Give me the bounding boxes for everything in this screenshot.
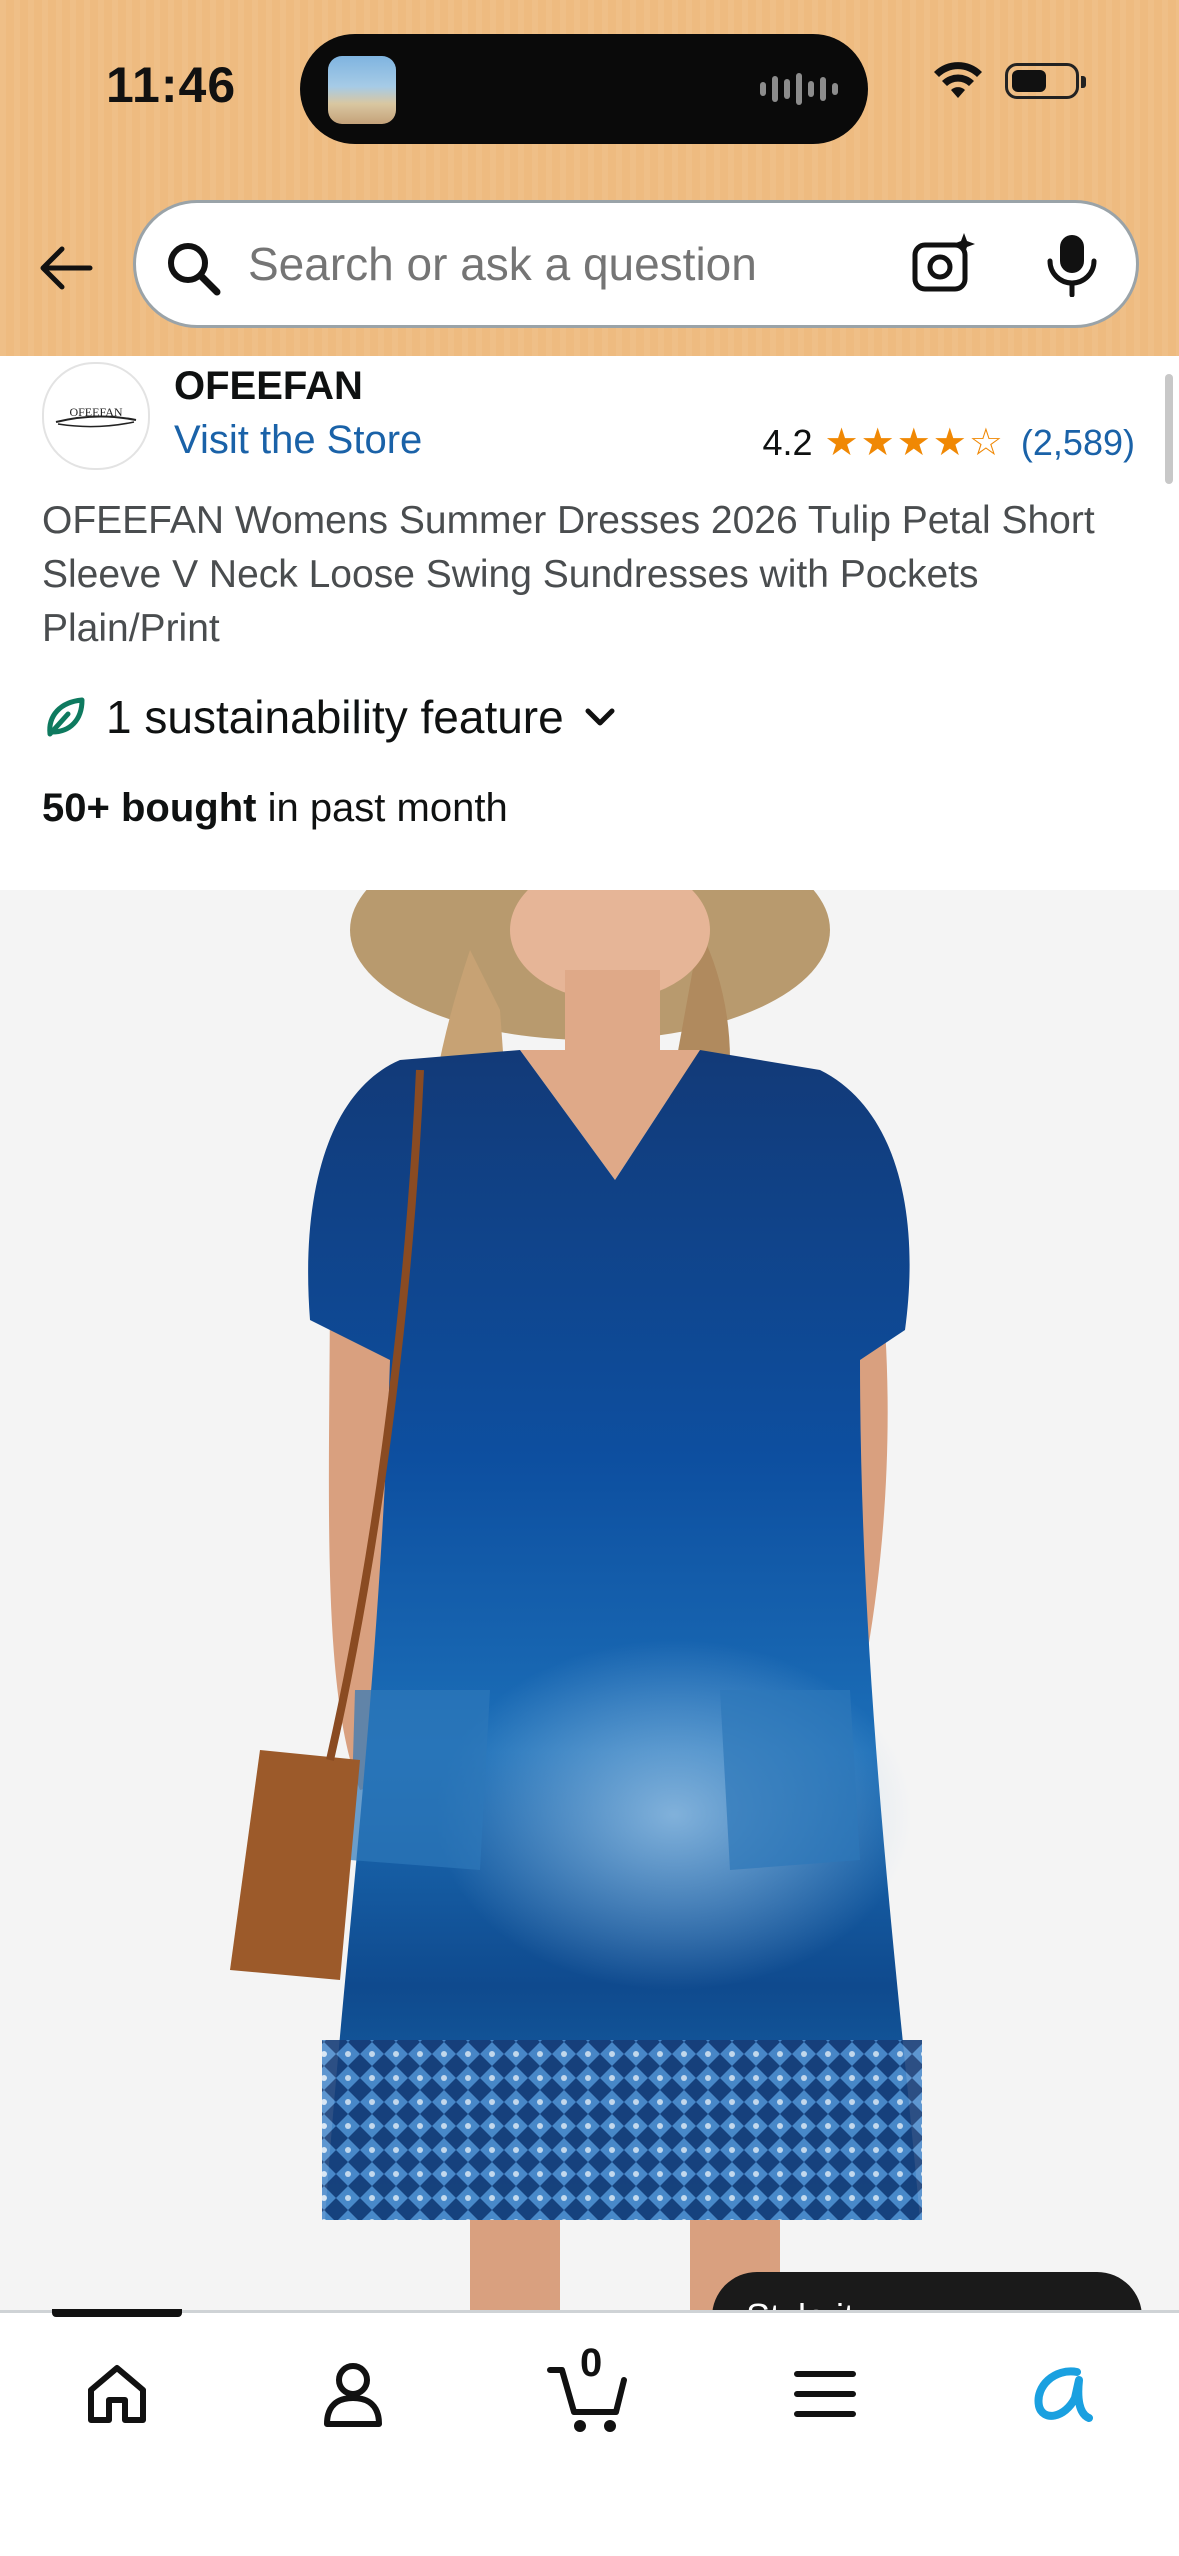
active-tab-indicator	[52, 2309, 182, 2317]
leaf-icon	[47, 697, 85, 737]
nav-home[interactable]	[72, 2349, 162, 2439]
nav-cart[interactable]: 0	[544, 2341, 634, 2439]
star-empty-icon: ☆	[968, 422, 1003, 464]
nav-alexa[interactable]	[1016, 2349, 1106, 2439]
cart-count: 0	[580, 2341, 603, 2385]
brand-name: OFEEFAN	[174, 364, 363, 408]
menu-icon	[794, 2371, 856, 2417]
status-time: 11:46	[106, 57, 237, 113]
camera-sparkle-icon[interactable]	[910, 231, 976, 297]
product-title: OFEEFAN Womens Summer Dresses 2026 Tulip…	[42, 499, 1095, 650]
product-image[interactable]	[0, 890, 1179, 2310]
bought-period: in past month	[256, 786, 508, 830]
star-icon: ★	[860, 422, 895, 464]
scroll-indicator	[1165, 374, 1173, 484]
now-playing-thumbnail	[328, 56, 396, 124]
sustainability-toggle[interactable]: 1 sustainability feature	[42, 690, 618, 744]
star-icon: ★	[824, 422, 859, 464]
rating-summary[interactable]: 4.2 ★ ★ ★ ★ ☆ (2,589)	[762, 422, 1135, 464]
bought-count: 50+ bought	[42, 786, 257, 830]
wifi-icon	[934, 62, 982, 98]
dress-photo	[230, 890, 980, 2310]
rating-value: 4.2	[762, 422, 813, 463]
status-icons	[933, 62, 1086, 100]
app-header: 11:46	[0, 0, 1179, 356]
mic-icon[interactable]	[1044, 233, 1100, 297]
visit-store-link[interactable]: Visit the Store	[174, 418, 422, 463]
nav-account[interactable]	[308, 2349, 398, 2439]
chevron-down-icon	[585, 708, 615, 726]
nav-menu[interactable]	[780, 2349, 870, 2439]
account-icon	[324, 2363, 382, 2427]
sustainability-label: 1 sustainability feature	[106, 691, 564, 743]
home-icon	[88, 2365, 146, 2423]
store-logo[interactable]: OFEEFAN	[42, 362, 150, 470]
star-icon: ★	[896, 422, 931, 464]
dynamic-island	[300, 34, 868, 144]
battery-icon	[1005, 63, 1086, 99]
brand-logo-mark: OFEEFAN	[55, 405, 137, 428]
review-count: (2,589)	[1020, 422, 1135, 463]
bottom-nav: 0	[0, 2309, 1179, 2556]
search-icon	[168, 243, 221, 296]
star-icon: ★	[932, 422, 967, 464]
back-arrow-icon[interactable]	[34, 236, 98, 300]
search-input[interactable]	[248, 203, 888, 325]
bought-info: 50+ bought in past month	[42, 786, 508, 831]
audio-wave-icon	[760, 70, 838, 108]
search-bar[interactable]	[133, 200, 1139, 328]
rating-stars: ★ ★ ★ ★ ☆	[825, 424, 1003, 462]
alexa-icon	[1034, 2367, 1093, 2422]
